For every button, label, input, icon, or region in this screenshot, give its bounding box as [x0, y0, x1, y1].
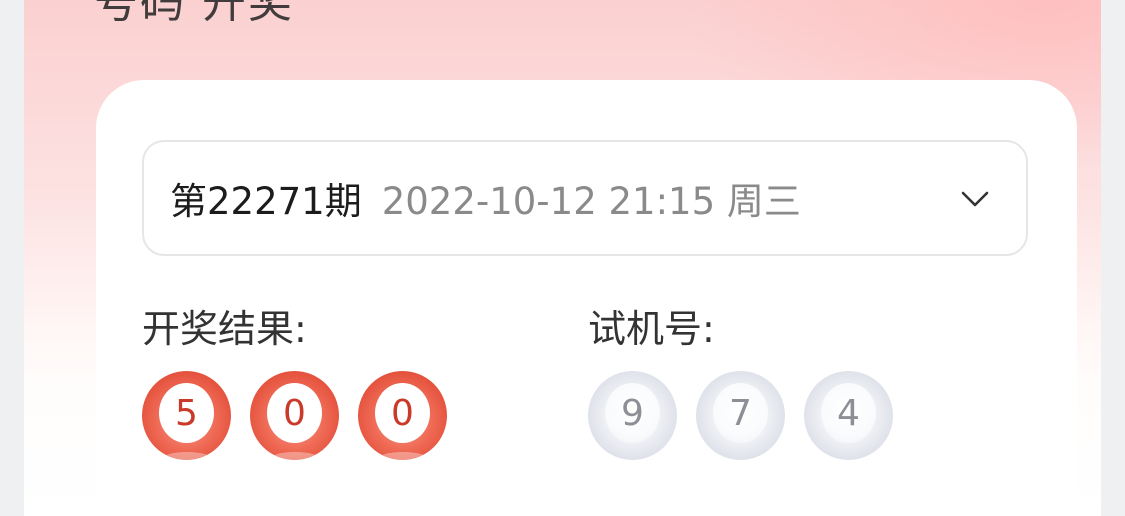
draw-result-balls: 5 0 0 [142, 371, 447, 460]
draw-ball: 5 [142, 371, 231, 460]
draw-ball: 0 [250, 371, 339, 460]
ball-number: 9 [605, 383, 660, 443]
test-ball: 4 [804, 371, 893, 460]
page-title: 号码 开奖 [94, 0, 294, 28]
lottery-result-card: 第22271期 2022-10-12 21:15 周三 开奖结果: 5 0 0 … [96, 80, 1077, 516]
draw-result-label: 开奖结果: [142, 307, 307, 351]
issue-datetime: 2022-10-12 21:15 周三 [381, 180, 801, 223]
test-number-label: 试机号: [588, 307, 715, 351]
chevron-down-icon [961, 191, 989, 207]
issue-select-dropdown[interactable]: 第22271期 2022-10-12 21:15 周三 [142, 140, 1028, 256]
ball-number: 0 [375, 383, 430, 443]
test-number-balls: 9 7 4 [588, 371, 893, 460]
test-ball: 9 [588, 371, 677, 460]
ball-number: 5 [159, 383, 214, 443]
issue-number: 第22271期 [170, 180, 362, 223]
ball-number: 0 [267, 383, 322, 443]
ball-number: 7 [713, 383, 768, 443]
draw-ball: 0 [358, 371, 447, 460]
test-ball: 7 [696, 371, 785, 460]
ball-number: 4 [821, 383, 876, 443]
page-background: 号码 开奖 第22271期 2022-10-12 21:15 周三 开奖结果: … [24, 0, 1101, 516]
